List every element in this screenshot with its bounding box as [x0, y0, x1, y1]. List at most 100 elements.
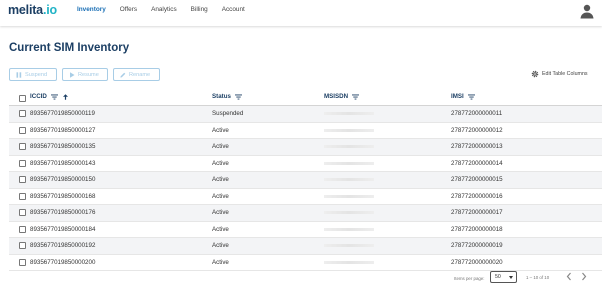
- table-row[interactable]: 8935677019850000184 Active 2787720000000…: [9, 222, 602, 238]
- row-checkbox[interactable]: [19, 209, 26, 216]
- cell-imsi: 278772000000014: [451, 159, 503, 167]
- cell-imsi: 278772000000018: [451, 225, 503, 233]
- items-per-page-value: 50: [495, 274, 501, 280]
- play-icon: [70, 71, 75, 78]
- cell-iccid: 8935677019850000168: [30, 192, 96, 200]
- nav-item-inventory[interactable]: Inventory: [70, 0, 113, 26]
- top-navigation-bar: melita.io Inventory Offers Analytics Bil…: [0, 0, 602, 26]
- cell-msisdn-masked: [324, 194, 374, 198]
- cell-iccid: 8935677019850000127: [30, 126, 96, 134]
- column-header-iccid-label: ICCID: [30, 93, 47, 100]
- rename-button[interactable]: Rename: [113, 68, 160, 81]
- cell-iccid: 8935677019850000200: [30, 258, 96, 266]
- filter-lines-icon[interactable]: [467, 94, 475, 100]
- cell-imsi: 278772000000017: [451, 209, 503, 216]
- row-checkbox[interactable]: [19, 110, 26, 117]
- cell-msisdn-masked: [324, 161, 374, 165]
- cell-msisdn-masked: [324, 128, 374, 132]
- cell-msisdn-masked: [324, 260, 374, 264]
- cell-iccid: 8935677019850000143: [30, 159, 96, 167]
- cell-status: Active: [212, 159, 229, 167]
- gear-icon: [531, 70, 539, 78]
- resume-label: Resume: [78, 71, 99, 78]
- sim-inventory-table: ICCID Status MSISDN IMSI 893567701985000…: [9, 90, 602, 271]
- column-header-msisdn[interactable]: MSISDN: [324, 93, 360, 100]
- resume-button[interactable]: Resume: [62, 68, 108, 81]
- cell-status: Active: [212, 258, 229, 266]
- row-checkbox[interactable]: [19, 143, 26, 150]
- table-row[interactable]: 8935677019850000127 Active 2787720000000…: [9, 123, 602, 139]
- cell-imsi: 278772000000013: [451, 143, 503, 150]
- cell-msisdn-masked: [324, 178, 374, 181]
- dropdown-arrow-icon: [509, 276, 513, 279]
- row-checkbox[interactable]: [19, 126, 26, 134]
- table-row[interactable]: 8935677019850000168 Active 2787720000000…: [9, 189, 602, 205]
- cell-status: Active: [212, 209, 229, 216]
- chevron-right-icon[interactable]: [580, 272, 588, 281]
- table-row[interactable]: 8935677019850000143 Active 2787720000000…: [9, 156, 602, 172]
- row-checkbox[interactable]: [19, 159, 26, 167]
- cell-imsi: 278772000000012: [451, 126, 503, 134]
- rename-label: Rename: [129, 71, 151, 78]
- row-checkbox[interactable]: [19, 192, 26, 200]
- cell-status: Active: [212, 176, 229, 183]
- table-row[interactable]: 8935677019850000119 Suspended 2787720000…: [9, 106, 602, 123]
- column-header-status[interactable]: Status: [212, 93, 242, 100]
- suspend-button[interactable]: Suspend: [9, 68, 57, 81]
- row-checkbox[interactable]: [19, 176, 26, 183]
- cell-iccid: 8935677019850000176: [30, 209, 96, 216]
- cell-iccid: 8935677019850000135: [30, 143, 96, 150]
- nav-item-offers[interactable]: Offers: [113, 0, 144, 26]
- cell-msisdn-masked: [324, 211, 374, 214]
- row-checkbox[interactable]: [19, 258, 26, 266]
- suspend-label: Suspend: [25, 71, 48, 78]
- account-circle-icon[interactable]: [579, 3, 595, 19]
- main-nav: Inventory Offers Analytics Billing Accou…: [70, 0, 252, 26]
- filter-lines-icon[interactable]: [234, 94, 242, 100]
- arrow-up-icon[interactable]: [62, 93, 69, 100]
- cell-iccid: 8935677019850000192: [30, 242, 96, 249]
- edit-table-columns-label: Edit Table Columns: [542, 71, 588, 77]
- cell-status: Suspended: [212, 110, 244, 117]
- nav-item-analytics[interactable]: Analytics: [144, 0, 184, 26]
- column-header-imsi-label: IMSI: [451, 93, 464, 100]
- cell-msisdn-masked: [324, 145, 374, 148]
- table-row[interactable]: 8935677019850000192 Active 2787720000000…: [9, 238, 602, 255]
- select-all-checkbox[interactable]: [19, 95, 26, 102]
- filter-lines-icon[interactable]: [50, 94, 58, 100]
- nav-item-billing[interactable]: Billing: [184, 0, 215, 26]
- cell-msisdn-masked: [324, 227, 374, 231]
- table-row[interactable]: 8935677019850000135 Active 2787720000000…: [9, 139, 602, 156]
- cell-status: Active: [212, 225, 229, 233]
- edit-table-columns-button[interactable]: Edit Table Columns: [531, 70, 588, 78]
- column-header-iccid[interactable]: ICCID: [30, 93, 69, 100]
- column-header-imsi[interactable]: IMSI: [451, 93, 475, 100]
- cell-iccid: 8935677019850000184: [30, 225, 96, 233]
- cell-msisdn-masked: [324, 244, 374, 247]
- table-row[interactable]: 8935677019850000176 Active 2787720000000…: [9, 205, 602, 222]
- pause-icon: [16, 71, 22, 78]
- column-header-msisdn-label: MSISDN: [324, 93, 349, 100]
- items-per-page-label: Items per page:: [454, 276, 485, 281]
- filter-lines-icon[interactable]: [352, 94, 360, 100]
- column-header-status-label: Status: [212, 93, 231, 100]
- brand-logo[interactable]: melita.io: [8, 3, 57, 17]
- row-checkbox[interactable]: [19, 225, 26, 233]
- items-per-page-select[interactable]: 50: [490, 271, 517, 283]
- cell-status: Active: [212, 143, 229, 150]
- cell-imsi: 278772000000016: [451, 192, 503, 200]
- nav-item-account[interactable]: Account: [215, 0, 252, 26]
- table-header: ICCID Status MSISDN IMSI: [9, 90, 602, 106]
- cell-imsi: 278772000000020: [451, 258, 503, 266]
- cell-iccid: 8935677019850000150: [30, 176, 96, 183]
- pagination-range: 1 – 10 of 10: [526, 275, 550, 280]
- brand-suffix: .io: [42, 3, 57, 17]
- table-row[interactable]: 8935677019850000150 Active 2787720000000…: [9, 172, 602, 189]
- table-row[interactable]: 8935677019850000200 Active 2787720000000…: [9, 255, 602, 271]
- chevron-left-icon[interactable]: [565, 272, 573, 281]
- cell-msisdn-masked: [324, 112, 374, 115]
- cell-iccid: 8935677019850000119: [30, 110, 95, 117]
- cell-status: Active: [212, 242, 229, 249]
- row-checkbox[interactable]: [19, 242, 26, 249]
- page-title: Current SIM Inventory: [9, 42, 130, 54]
